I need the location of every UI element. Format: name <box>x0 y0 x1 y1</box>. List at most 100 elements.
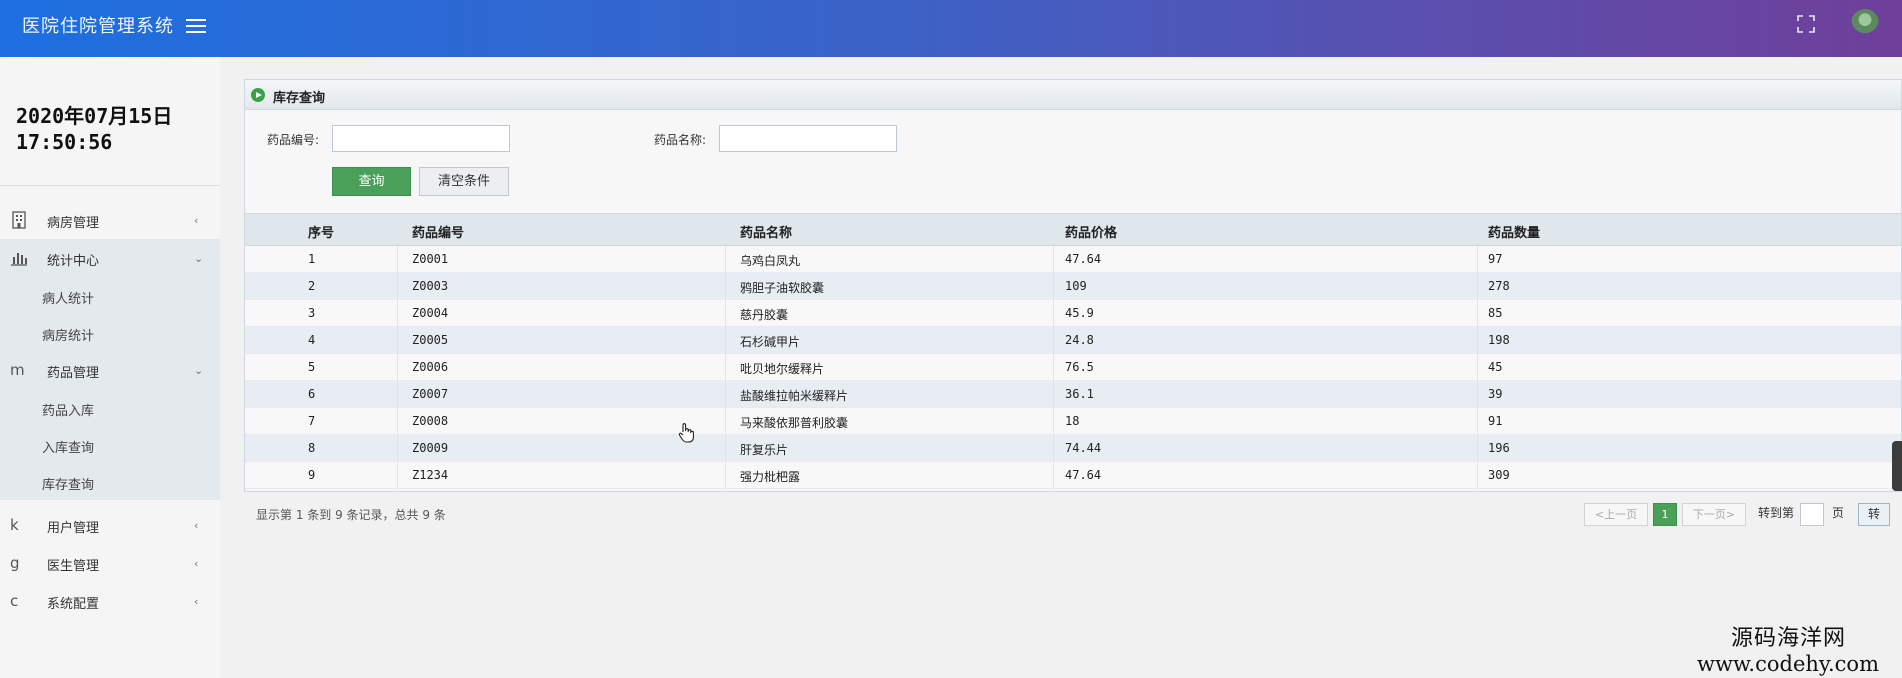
sidebar-subitem-in-query[interactable]: 入库查询 <box>0 426 220 463</box>
table-cell: 39 <box>1488 387 1503 401</box>
table-cell: 1 <box>308 252 316 266</box>
sidebar-subitem-label: 库存查询 <box>42 478 95 493</box>
table-cell: 3 <box>308 306 316 320</box>
drug-code-input[interactable] <box>332 125 510 152</box>
table-cell: Z0008 <box>412 414 449 428</box>
sidebar-item-label: 药品管理 <box>47 366 100 381</box>
user-avatar-icon[interactable] <box>1851 9 1879 37</box>
table-cell: 97 <box>1488 252 1503 266</box>
table-cell: 4 <box>308 333 316 347</box>
prev-page-button[interactable]: <上一页 <box>1584 503 1648 526</box>
column-header-index[interactable]: 序号 <box>308 222 334 241</box>
goto-page-button[interactable]: 转 <box>1858 503 1890 526</box>
chevron-down-icon: ⌄ <box>194 252 204 265</box>
table-cell: 18 <box>1065 414 1080 428</box>
column-header-name[interactable]: 药品名称 <box>740 222 792 241</box>
table-cell: 47.64 <box>1065 252 1102 266</box>
sidebar: 2020年07月15日 17:50:56 病房管理 ‹ 统计中心 ⌄ 病人统计 … <box>0 57 220 678</box>
table-row[interactable]: 7 Z0008 马来酸依那普利胶囊 18 91 <box>245 408 1901 435</box>
sidebar-item-ward[interactable]: 病房管理 ‹ <box>0 201 220 239</box>
column-header-qty[interactable]: 药品数量 <box>1488 222 1540 241</box>
sidebar-subitem-ward-stats[interactable]: 病房统计 <box>0 314 220 351</box>
table-row[interactable]: 1 Z0001 乌鸡白凤丸 47.64 97 <box>245 246 1901 273</box>
pagination-info: 显示第 1 条到 9 条记录，总共 9 条 <box>256 508 446 522</box>
config-icon: c <box>10 592 19 610</box>
table-cell: 强力枇杷露 <box>740 470 801 484</box>
clear-conditions-button[interactable]: 清空条件 <box>419 167 509 196</box>
chevron-left-icon: ‹ <box>194 557 199 570</box>
sidebar-item-label: 医生管理 <box>47 559 100 574</box>
hamburger-menu-icon[interactable] <box>186 19 206 35</box>
column-divider <box>397 246 398 490</box>
clock-date: 2020年07月15日 <box>16 104 173 128</box>
table-cell: 309 <box>1488 468 1510 482</box>
main-content: 库存查询 药品编号: 药品名称: 查询 清空条件 序号 药品编号 药品名称 药品… <box>220 57 1902 678</box>
table-cell: Z0009 <box>412 441 449 455</box>
bar-chart-icon <box>11 253 27 266</box>
table-cell: Z0007 <box>412 387 449 401</box>
sidebar-group-stats: 统计中心 ⌄ 病人统计 病房统计 <box>0 239 220 351</box>
sidebar-item-label: 用户管理 <box>47 521 100 536</box>
table-cell: 鸦胆子油软胶囊 <box>740 281 825 295</box>
table-cell: 8 <box>308 441 316 455</box>
watermark-line2: www.codehy.com <box>1697 652 1879 676</box>
table-header: 序号 药品编号 药品名称 药品价格 药品数量 <box>245 213 1901 246</box>
doctor-icon: g <box>10 554 20 572</box>
table-cell: 45 <box>1488 360 1503 374</box>
table-cell: 5 <box>308 360 316 374</box>
goto-page-input[interactable] <box>1800 503 1824 526</box>
sidebar-subitem-patient-stats[interactable]: 病人统计 <box>0 277 220 314</box>
table-cell: Z0005 <box>412 333 449 347</box>
table-row[interactable]: 6 Z0007 盐酸维拉帕米缓释片 36.1 39 <box>245 381 1901 408</box>
building-icon <box>12 211 26 229</box>
drug-name-input[interactable] <box>719 125 897 152</box>
top-header: 医院住院管理系统 <box>0 0 1902 57</box>
table-cell: 47.64 <box>1065 468 1102 482</box>
table-cell: 109 <box>1065 279 1087 293</box>
table-cell: 76.5 <box>1065 360 1094 374</box>
table-cell: 91 <box>1488 414 1503 428</box>
hand-cursor-icon <box>678 423 694 443</box>
table-row[interactable]: 5 Z0006 吡贝地尔缓释片 76.5 45 <box>245 354 1901 381</box>
sidebar-item-config[interactable]: c 系统配置 ‹ <box>0 582 220 620</box>
table-cell: 慈丹胶囊 <box>740 308 789 322</box>
table-body: 1 Z0001 乌鸡白凤丸 47.64 97 2 Z0003 鸦胆子油软胶囊 109 278 3 Z0… <box>245 246 1901 489</box>
column-header-price[interactable]: 药品价格 <box>1065 222 1117 241</box>
table-cell: Z1234 <box>412 468 449 482</box>
next-page-button[interactable]: 下一页> <box>1682 503 1746 526</box>
query-button[interactable]: 查询 <box>332 167 411 196</box>
table-cell: 2 <box>308 279 316 293</box>
clock-display: 2020年07月15日 17:50:56 <box>16 103 172 155</box>
sidebar-subitem-stock-query[interactable]: 库存查询 <box>0 463 220 500</box>
sidebar-item-label: 系统配置 <box>47 597 100 612</box>
sidebar-item-drugs[interactable]: m 药品管理 ⌄ <box>0 351 220 389</box>
page-1-button[interactable]: 1 <box>1653 503 1677 526</box>
fullscreen-icon[interactable] <box>1796 14 1816 34</box>
sidebar-item-stats[interactable]: 统计中心 ⌄ <box>0 239 220 277</box>
table-row[interactable]: 8 Z0009 肝复乐片 74.44 196 <box>245 435 1901 462</box>
table-cell: Z0001 <box>412 252 449 266</box>
sidebar-item-doctors[interactable]: g 医生管理 ‹ <box>0 544 220 582</box>
table-cell: 85 <box>1488 306 1503 320</box>
table-cell: Z0003 <box>412 279 449 293</box>
table-cell: 9 <box>308 468 316 482</box>
sidebar-subitem-drug-in[interactable]: 药品入库 <box>0 389 220 426</box>
table-cell: 24.8 <box>1065 333 1094 347</box>
drug-icon: m <box>10 361 25 379</box>
table-row[interactable]: 3 Z0004 慈丹胶囊 45.9 85 <box>245 300 1901 327</box>
sidebar-item-users[interactable]: k 用户管理 ‹ <box>0 506 220 544</box>
drug-code-label: 药品编号: <box>267 133 320 147</box>
table-cell: 74.44 <box>1065 441 1102 455</box>
column-divider <box>1053 246 1054 490</box>
drug-name-label: 药品名称: <box>654 133 707 147</box>
table-cell: 6 <box>308 387 316 401</box>
table-cell: 马来酸依那普利胶囊 <box>740 416 849 430</box>
side-drawer-tab[interactable] <box>1892 441 1902 491</box>
table-row[interactable]: 9 Z1234 强力枇杷露 47.64 309 <box>245 462 1901 489</box>
table-row[interactable]: 4 Z0005 石杉碱甲片 24.8 198 <box>245 327 1901 354</box>
play-circle-icon <box>251 88 265 102</box>
column-header-code[interactable]: 药品编号 <box>412 222 464 241</box>
table-cell: 196 <box>1488 441 1510 455</box>
sidebar-subitem-label: 入库查询 <box>42 441 95 456</box>
table-row[interactable]: 2 Z0003 鸦胆子油软胶囊 109 278 <box>245 273 1901 300</box>
